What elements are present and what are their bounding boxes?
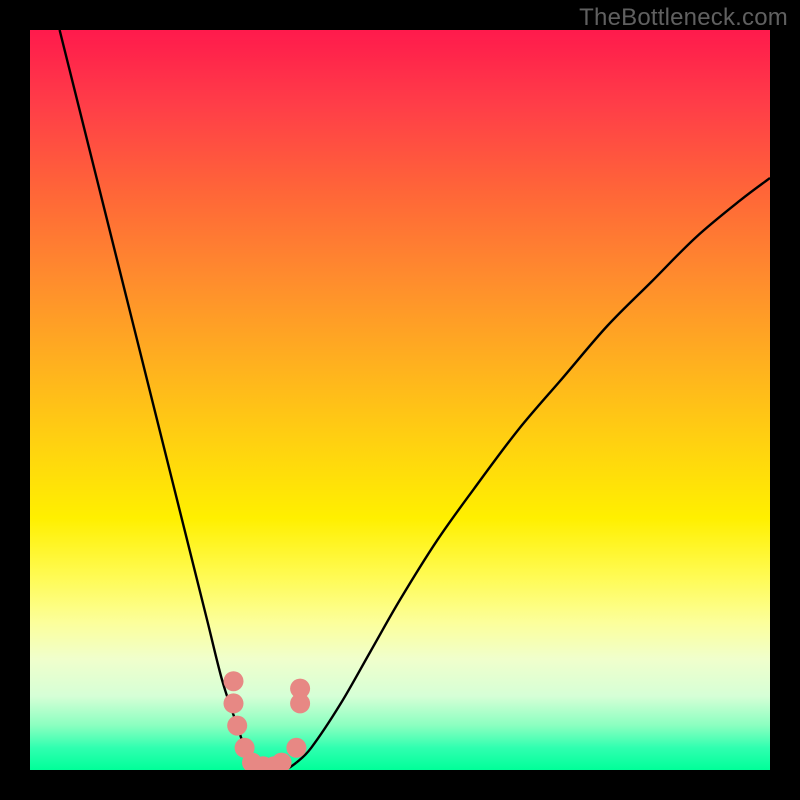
data-marker (224, 671, 244, 691)
marker-group (224, 671, 311, 770)
data-marker (227, 716, 247, 736)
data-marker (290, 679, 310, 699)
plot-area (30, 30, 770, 770)
data-marker (272, 753, 292, 770)
watermark-text: TheBottleneck.com (579, 4, 788, 32)
chart-frame: TheBottleneck.com (0, 0, 800, 800)
data-marker (224, 693, 244, 713)
chart-svg (30, 30, 770, 770)
data-marker (286, 738, 306, 758)
right-curve (296, 178, 770, 763)
left-curve (60, 30, 252, 763)
